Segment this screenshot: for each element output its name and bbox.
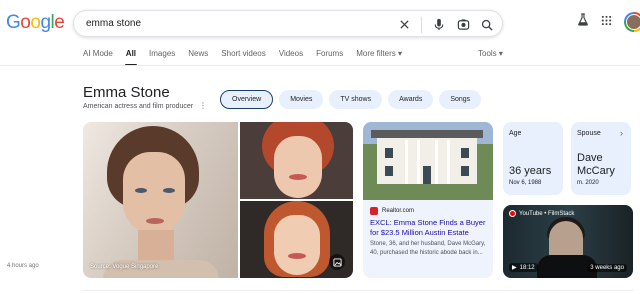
- divider: [83, 290, 633, 291]
- entity-title: Emma Stone: [83, 84, 170, 101]
- tools-button[interactable]: Tools ▾: [478, 49, 503, 58]
- news-timestamp: 4 hours ago: [7, 263, 39, 269]
- chip-songs[interactable]: Songs: [439, 90, 482, 109]
- chip-overview[interactable]: Overview: [220, 90, 274, 109]
- clear-icon[interactable]: [397, 18, 411, 32]
- entity-subtitle: American actress and film producer: [83, 103, 194, 110]
- search-box[interactable]: [73, 10, 503, 37]
- news-source: Realtor.com: [370, 207, 414, 215]
- chip-awards[interactable]: Awards: [388, 90, 434, 109]
- tab-short-videos[interactable]: Short videos: [221, 49, 265, 58]
- tab-videos[interactable]: Videos: [279, 49, 303, 58]
- logo-letter: g: [40, 12, 51, 33]
- logo-letter: o: [30, 12, 41, 33]
- header-actions: [577, 12, 640, 32]
- fact-value: McCary: [577, 165, 615, 177]
- news-snippet: Stone, 36, and her husband, Dave McGary,…: [370, 241, 486, 256]
- header-divider: [0, 65, 640, 66]
- fact-value: 36 years: [509, 165, 552, 177]
- search-box-actions: [397, 11, 494, 38]
- realtor-logo-icon: [370, 207, 378, 215]
- fact-card-spouse[interactable]: Spouse › Dave McCary m. 2020: [571, 122, 631, 195]
- search-input[interactable]: [86, 18, 406, 29]
- entity-chips: Overview Movies TV shows Awards Songs: [220, 90, 482, 109]
- tab-all[interactable]: All: [124, 49, 138, 66]
- search-tabs: AI Mode All Images News Short videos Vid…: [83, 49, 402, 66]
- main-photo[interactable]: Source: Vogue Singapore: [83, 122, 238, 278]
- microphone-icon[interactable]: [432, 18, 446, 32]
- tab-ai-mode[interactable]: AI Mode: [83, 49, 113, 58]
- divider: [421, 16, 422, 33]
- video-duration: ▶ 18:12: [509, 263, 538, 272]
- logo-letter: o: [20, 12, 31, 33]
- fact-card-age[interactable]: Age 36 years Nov 6, 1988: [503, 122, 563, 195]
- chip-movies[interactable]: Movies: [279, 90, 324, 109]
- fact-label: Age: [509, 130, 522, 137]
- image-search-icon[interactable]: [329, 254, 345, 270]
- fact-sub: Nov 6, 1988: [509, 180, 542, 186]
- tab-images[interactable]: Images: [149, 49, 175, 58]
- fact-label: Spouse: [577, 130, 601, 137]
- video-source-name: YouTube • FilmStack: [519, 210, 575, 217]
- tab-forums[interactable]: Forums: [316, 49, 343, 58]
- play-icon: ▶: [512, 265, 517, 271]
- news-source-name: Realtor.com: [382, 208, 415, 214]
- fact-value: Dave: [577, 152, 603, 164]
- search-icon[interactable]: [480, 18, 494, 32]
- chip-tv-shows[interactable]: TV shows: [329, 90, 383, 109]
- photo-thumbnail[interactable]: [240, 201, 353, 278]
- news-title[interactable]: EXCL: Emma Stone Finds a Buyer for $23.5…: [370, 218, 490, 238]
- logo-letter: e: [54, 12, 65, 33]
- chevron-right-icon: ›: [620, 128, 623, 138]
- video-source: YouTube • FilmStack: [509, 210, 574, 217]
- fact-sub: m. 2020: [577, 180, 599, 186]
- tab-more-filters[interactable]: More filters ▾: [356, 49, 402, 58]
- photo-source-caption: Source: Vogue Singapore: [90, 264, 159, 270]
- photo-thumbnail[interactable]: [240, 122, 353, 199]
- apps-grid-icon[interactable]: [601, 13, 612, 31]
- google-logo[interactable]: Google: [6, 12, 65, 34]
- video-card[interactable]: YouTube • FilmStack ▶ 18:12 3 weeks ago: [503, 205, 633, 278]
- news-thumbnail: [363, 122, 493, 200]
- lens-camera-icon[interactable]: [456, 18, 470, 32]
- news-card[interactable]: Realtor.com EXCL: Emma Stone Finds a Buy…: [363, 122, 493, 278]
- duration-text: 18:12: [519, 264, 535, 271]
- tab-news[interactable]: News: [188, 49, 208, 58]
- youtube-icon: [509, 210, 516, 217]
- account-avatar[interactable]: [624, 12, 640, 32]
- more-options-icon[interactable]: ⋮: [199, 101, 207, 110]
- labs-flask-icon[interactable]: [577, 13, 589, 31]
- logo-letter: G: [6, 12, 21, 33]
- video-age: 3 weeks ago: [587, 264, 627, 272]
- house-image: [371, 130, 483, 184]
